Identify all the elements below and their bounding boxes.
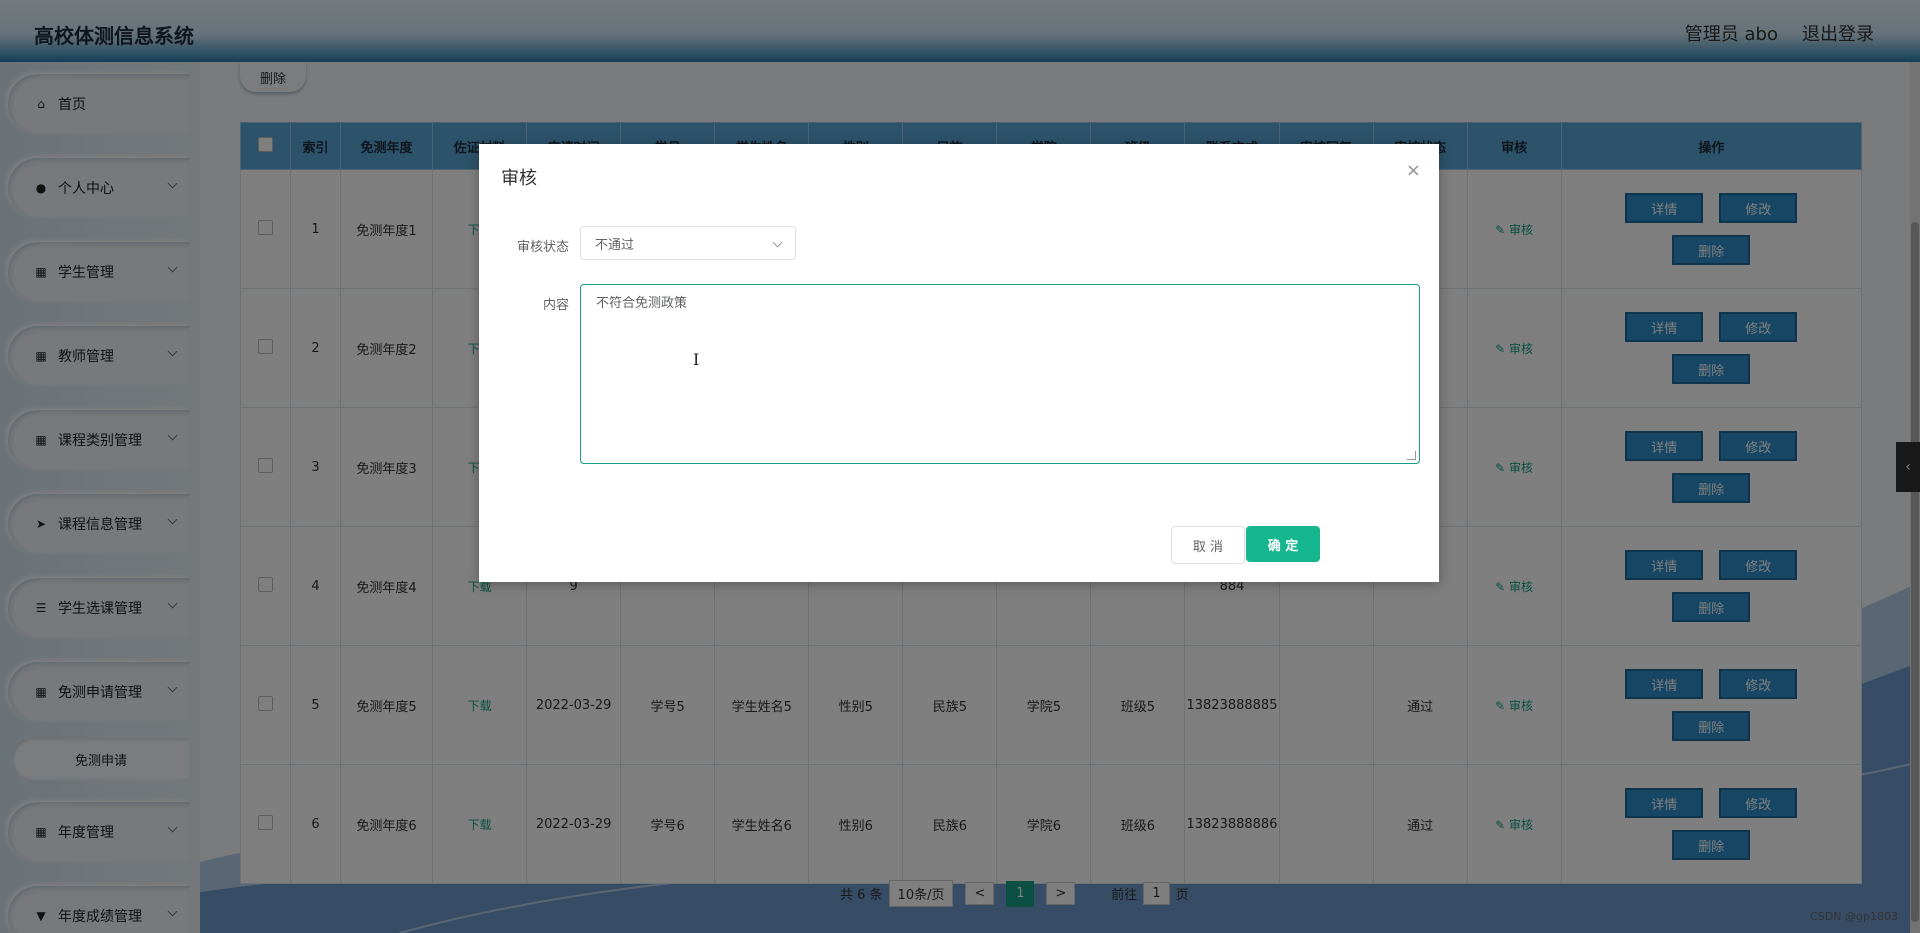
text-cursor-icon: I (693, 350, 700, 369)
confirm-button[interactable]: 确 定 (1246, 526, 1320, 562)
cancel-button[interactable]: 取 消 (1171, 526, 1245, 564)
audit-status-label: 审核状态 (516, 240, 569, 255)
audit-status-select[interactable]: 不通过 (580, 226, 796, 260)
content-label: 内容 (542, 298, 569, 313)
close-icon[interactable]: × (1406, 160, 1421, 181)
content-text: 不符合免测政策 (596, 296, 688, 311)
audit-dialog: 审核 × 审核状态 不通过 内容 不符合免测政策 I 取 消 确 定 (479, 144, 1439, 582)
content-textarea[interactable]: 不符合免测政策 (580, 284, 1420, 464)
resize-handle[interactable] (1407, 451, 1416, 460)
audit-status-value: 不通过 (595, 237, 635, 253)
dialog-title: 审核 (501, 168, 537, 189)
chevron-down-icon (772, 237, 783, 248)
